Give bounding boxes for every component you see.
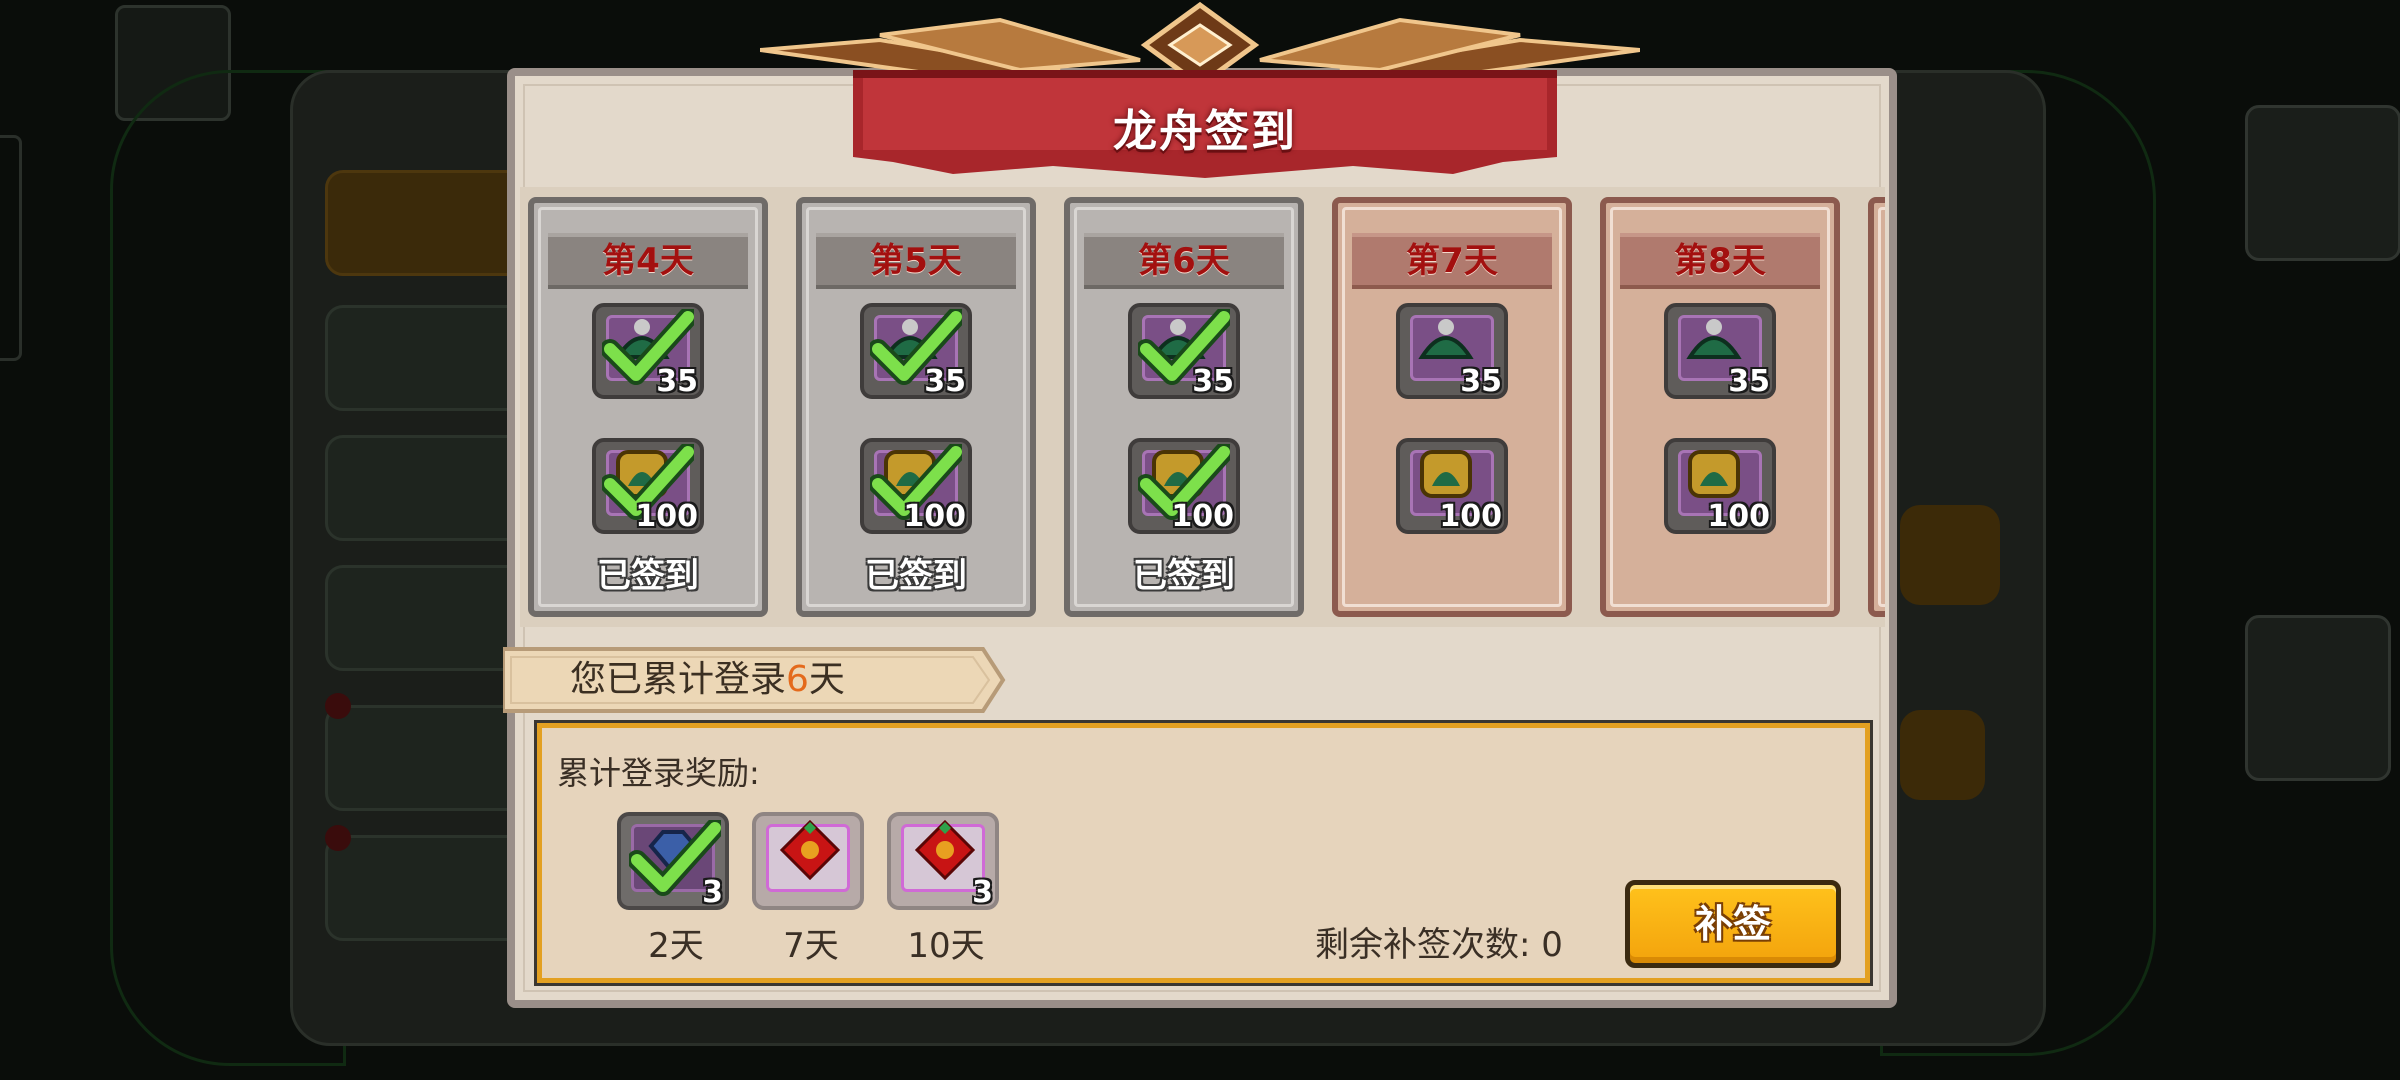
- day-label: 第7天: [1352, 233, 1552, 289]
- day-card-partial[interactable]: [1868, 197, 1885, 617]
- reward-count: 100: [1171, 499, 1234, 534]
- background-right-button: [2245, 615, 2391, 781]
- reward-count: 35: [1460, 364, 1502, 399]
- milestone-day-label: 2天: [648, 926, 704, 966]
- day-status: 已签到: [1133, 556, 1235, 596]
- day-status: 已签到: [597, 556, 699, 596]
- day-label: 第5天: [816, 233, 1016, 289]
- milestone-reward[interactable]: 3: [887, 812, 1005, 912]
- reward-slot: 35: [860, 303, 972, 399]
- red-knot-icon: [780, 820, 840, 880]
- background-badge: [325, 825, 351, 851]
- day-card[interactable]: 第7天 35 100: [1332, 197, 1572, 617]
- day-label: 第4天: [548, 233, 748, 289]
- background-right-button: [2245, 105, 2400, 261]
- dialog-title: 龙舟签到: [1113, 106, 1297, 157]
- reward-count: 3: [972, 875, 993, 910]
- green-gem-icon: [1686, 319, 1742, 359]
- reward-slot: 35: [1664, 303, 1776, 399]
- day-strip[interactable]: 第4天 35 100 已签到 第5天 35 100 已签到 第6天 35 100…: [520, 187, 1885, 627]
- background-right-orange: [1900, 710, 1985, 800]
- day-card[interactable]: 第5天 35 100 已签到: [796, 197, 1036, 617]
- reward-slot: 100: [1664, 438, 1776, 534]
- red-knot-icon: [915, 820, 975, 880]
- reward-count: 3: [702, 875, 723, 910]
- gold-gem-icon: [1420, 450, 1472, 498]
- reward-count: 35: [656, 364, 698, 399]
- day-card[interactable]: 第4天 35 100 已签到: [528, 197, 768, 617]
- milestone-reward[interactable]: 3: [617, 812, 735, 912]
- day-card[interactable]: 第6天 35 100 已签到: [1064, 197, 1304, 617]
- green-gem-icon: [1418, 319, 1474, 359]
- reward-slot: 35: [1396, 303, 1508, 399]
- day-label: 第6天: [1084, 233, 1284, 289]
- reward-slot: 100: [1128, 438, 1240, 534]
- reward-count: 100: [635, 499, 698, 534]
- reward-count: 100: [1439, 499, 1502, 534]
- gold-gem-icon: [1688, 450, 1740, 498]
- reward-count: 100: [903, 499, 966, 534]
- reward-count: 35: [1192, 364, 1234, 399]
- reward-count: 100: [1707, 499, 1770, 534]
- makeup-sign-in-button[interactable]: 补签: [1625, 880, 1841, 968]
- background-badge: [325, 693, 351, 719]
- cumulative-login-text: 您已累计登录6天: [570, 659, 845, 700]
- reward-slot: 100: [860, 438, 972, 534]
- day-label: 第8天: [1620, 233, 1820, 289]
- background-right-orange: [1900, 505, 2000, 605]
- milestone-day-label: 10天: [907, 926, 985, 966]
- reward-slot: 35: [1128, 303, 1240, 399]
- reward-count: 35: [924, 364, 966, 399]
- day-card[interactable]: 第8天 35 100: [1600, 197, 1840, 617]
- milestone-day-label: 7天: [783, 926, 839, 966]
- reward-count: 35: [1728, 364, 1770, 399]
- reward-slot: 100: [592, 438, 704, 534]
- reward-slot: 35: [592, 303, 704, 399]
- cumulative-days-count: 6: [786, 659, 809, 700]
- background-edge-tab: [0, 135, 22, 361]
- milestone-reward[interactable]: [752, 812, 870, 912]
- remaining-makeup-count: 剩余补签次数: 0: [1315, 925, 1563, 965]
- reward-title: 累计登录奖励:: [557, 754, 760, 792]
- reward-slot: 100: [1396, 438, 1508, 534]
- day-status: 已签到: [865, 556, 967, 596]
